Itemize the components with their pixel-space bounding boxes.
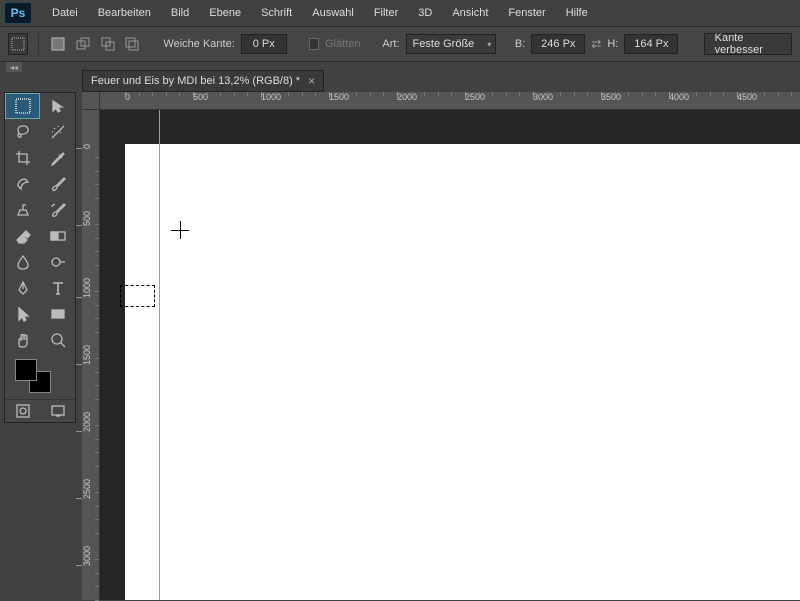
ruler-v-tick: 500: [82, 211, 92, 226]
new-selection-icon[interactable]: [49, 34, 68, 54]
separator: [38, 33, 39, 55]
eyedropper-tool[interactable]: [40, 145, 75, 171]
ruler-origin[interactable]: [82, 92, 100, 110]
screen-mode-toggle[interactable]: [40, 400, 75, 422]
ruler-h-tick: 3500: [601, 92, 621, 102]
refine-edge-button[interactable]: Kante verbesser: [704, 33, 792, 55]
canvas-area[interactable]: [100, 110, 800, 600]
menu-select[interactable]: Auswahl: [302, 3, 364, 23]
ruler-v-tick: 3000: [82, 546, 92, 566]
subtract-selection-icon[interactable]: [98, 34, 117, 54]
document-tab[interactable]: Feuer und Eis by MDI bei 13,2% (RGB/8) *…: [82, 70, 324, 92]
zoom-tool[interactable]: [40, 327, 75, 353]
eraser-tool[interactable]: [5, 223, 40, 249]
menu-view[interactable]: Ansicht: [442, 3, 498, 23]
type-tool[interactable]: [40, 275, 75, 301]
app-logo[interactable]: Ps: [4, 2, 32, 24]
ruler-h-tick: 2000: [397, 92, 417, 102]
gradient-tool[interactable]: [40, 223, 75, 249]
ruler-v-tick: 2000: [82, 412, 92, 432]
height-label: H:: [607, 38, 618, 50]
ruler-h-tick: 2500: [465, 92, 485, 102]
ruler-v-tick: 1000: [82, 278, 92, 298]
ruler-h-tick: 1000: [261, 92, 281, 102]
path-selection-tool[interactable]: [5, 301, 40, 327]
antialias-label: Glätten: [325, 38, 360, 50]
intersect-selection-icon[interactable]: [123, 34, 142, 54]
ruler-h-tick: 0: [125, 92, 130, 102]
magic-wand-tool[interactable]: [40, 119, 75, 145]
healing-brush-tool[interactable]: [5, 171, 40, 197]
document-canvas[interactable]: [125, 144, 800, 600]
ruler-h-tick: 1500: [329, 92, 349, 102]
antialias-checkbox[interactable]: [309, 38, 319, 50]
menu-type[interactable]: Schrift: [251, 3, 302, 23]
swap-wh-icon[interactable]: ⇄: [591, 37, 601, 51]
ruler-horizontal[interactable]: 05001000150020002500300035004000450050: [100, 92, 800, 110]
ruler-v-tick: 2500: [82, 479, 92, 499]
brush-tool[interactable]: [40, 171, 75, 197]
menu-edit[interactable]: Bearbeiten: [88, 3, 161, 23]
document-tab-bar: Feuer und Eis by MDI bei 13,2% (RGB/8) *…: [82, 70, 324, 92]
expand-toolbox-handle[interactable]: ◂◂: [6, 62, 22, 72]
document-tab-title: Feuer und Eis by MDI bei 13,2% (RGB/8) *: [91, 75, 300, 87]
history-brush-tool[interactable]: [40, 197, 75, 223]
guide-vertical[interactable]: [159, 110, 160, 600]
menu-image[interactable]: Bild: [161, 3, 199, 23]
close-tab-icon[interactable]: ×: [308, 74, 315, 88]
pen-tool[interactable]: [5, 275, 40, 301]
menu-3d[interactable]: 3D: [408, 3, 442, 23]
options-bar: Weiche Kante: Glätten Art: Feste Größe B…: [0, 26, 800, 62]
feather-label: Weiche Kante:: [163, 38, 234, 50]
menu-window[interactable]: Fenster: [498, 3, 555, 23]
menu-layer[interactable]: Ebene: [199, 3, 251, 23]
menubar: Ps Datei Bearbeiten Bild Ebene Schrift A…: [0, 0, 800, 26]
tool-preset-picker[interactable]: [8, 33, 28, 55]
ruler-vertical[interactable]: 0 500 1000 1500 2000 2500 3000: [82, 110, 100, 600]
height-input[interactable]: [624, 34, 678, 54]
move-tool[interactable]: [40, 93, 75, 119]
rectangle-tool[interactable]: [40, 301, 75, 327]
style-dropdown[interactable]: Feste Größe: [406, 34, 497, 54]
foreground-color[interactable]: [15, 359, 37, 381]
feather-input[interactable]: [241, 34, 287, 54]
style-label: Art:: [382, 38, 399, 50]
menu-filter[interactable]: Filter: [364, 3, 408, 23]
width-label: B:: [515, 38, 525, 50]
blur-tool[interactable]: [5, 249, 40, 275]
ruler-h-tick: 4500: [737, 92, 757, 102]
ruler-v-tick: 1500: [82, 345, 92, 365]
add-selection-icon[interactable]: [74, 34, 93, 54]
color-swatches: [5, 353, 75, 399]
marquee-tool[interactable]: [5, 93, 40, 119]
menu-help[interactable]: Hilfe: [556, 3, 598, 23]
clone-stamp-tool[interactable]: [5, 197, 40, 223]
ruler-h-tick: 4000: [669, 92, 689, 102]
crop-tool[interactable]: [5, 145, 40, 171]
marquee-selection: [120, 285, 155, 307]
menu-file[interactable]: Datei: [42, 3, 88, 23]
ruler-v-tick: 0: [82, 144, 92, 149]
quick-mask-toggle[interactable]: [5, 400, 40, 422]
hand-tool[interactable]: [5, 327, 40, 353]
toolbox: [4, 92, 76, 423]
width-input[interactable]: [531, 34, 585, 54]
ruler-h-tick: 3000: [533, 92, 553, 102]
lasso-tool[interactable]: [5, 119, 40, 145]
dodge-tool[interactable]: [40, 249, 75, 275]
